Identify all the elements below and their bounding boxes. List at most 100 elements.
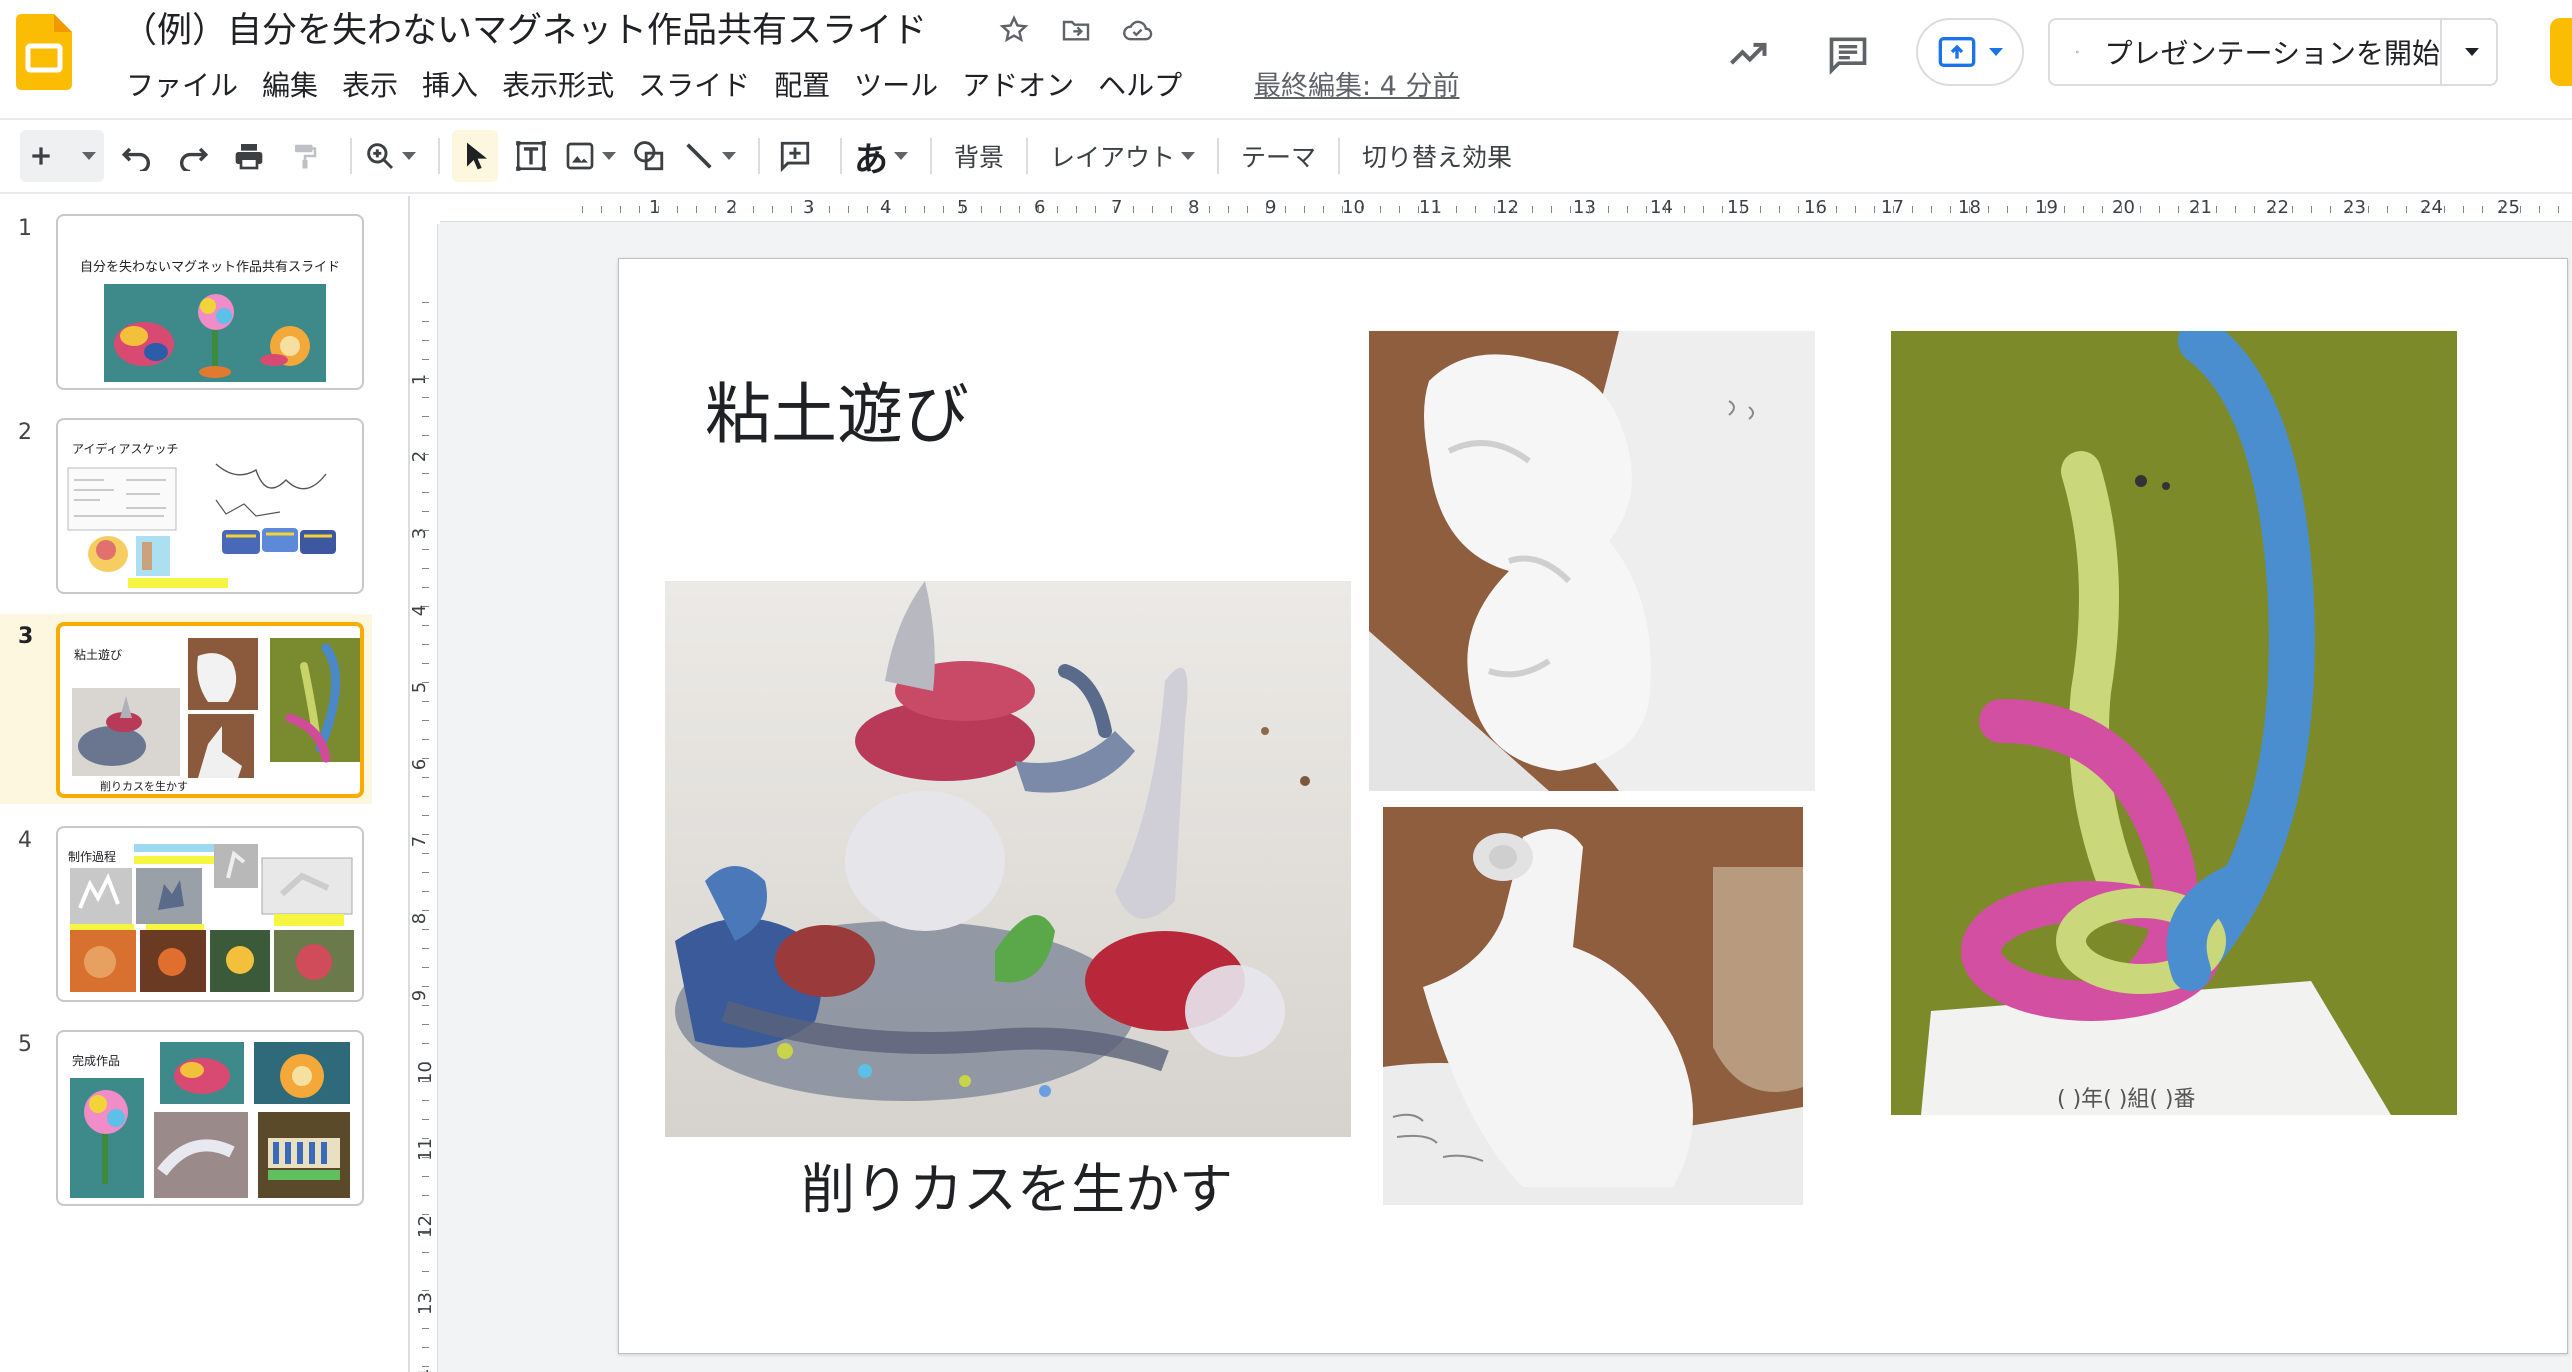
ruler-tick <box>753 206 754 213</box>
ruler-tick <box>943 206 944 213</box>
ruler-tick <box>422 321 429 322</box>
ruler-tick <box>422 492 429 493</box>
ruler-tick <box>1646 206 1647 213</box>
star-icon[interactable] <box>996 12 1032 48</box>
activity-trend-icon[interactable] <box>1724 30 1772 78</box>
redo-button[interactable] <box>170 130 216 182</box>
last-edit-link[interactable]: 最終編集: 4 分前 <box>1254 64 1459 103</box>
ruler-number: 22 <box>2266 197 2289 218</box>
theme-button[interactable]: テーマ <box>1231 138 1326 174</box>
filmstrip-slide-1[interactable]: 1 自分を失わないマグネット作品共有スライド <box>0 206 372 396</box>
menu-help[interactable]: ヘルプ <box>1086 66 1194 106</box>
filmstrip-slide-2[interactable]: 2 アイディアスケッチ <box>0 410 372 600</box>
document-title[interactable]: （例）自分を失わないマグネット作品共有スライド <box>122 2 927 53</box>
ruler-tick <box>422 1214 429 1215</box>
filmstrip-slide-4[interactable]: 4 制作過程 <box>0 818 372 1008</box>
side-panel-tab[interactable] <box>2550 18 2572 86</box>
move-to-folder-icon[interactable] <box>1058 12 1094 48</box>
ruler-number: 20 <box>2112 197 2135 218</box>
ruler-number: 6 <box>1034 197 1046 218</box>
slide-number: 1 <box>18 216 32 241</box>
ruler-tick <box>422 416 429 417</box>
clay-shavings-sculpture-photo[interactable] <box>665 581 1351 1137</box>
menu-file[interactable]: ファイル <box>114 66 250 106</box>
horizontal-ruler[interactable]: 1234567891011121314151617181920212223242… <box>440 196 2572 222</box>
present-options-dropdown[interactable] <box>2440 20 2496 84</box>
slide-thumbnail[interactable]: 自分を失わないマグネット作品共有スライド <box>56 214 364 390</box>
slides-logo-icon[interactable] <box>16 14 72 90</box>
menu-arrange[interactable]: 配置 <box>762 66 842 106</box>
ruler-tick <box>2387 206 2388 213</box>
select-tool-button[interactable] <box>452 130 498 182</box>
slide-thumbnail[interactable]: 制作過程 <box>56 826 364 1002</box>
ruler-tick <box>422 1309 429 1310</box>
input-tools-button[interactable]: あ <box>854 130 908 182</box>
line-button[interactable] <box>682 130 736 182</box>
present-to-meeting-button[interactable] <box>1916 18 2024 86</box>
menu-view[interactable]: 表示 <box>330 66 410 106</box>
ruler-number: 11 <box>1419 197 1442 218</box>
ruler-number: 12 <box>1496 197 1519 218</box>
white-clay-photo[interactable] <box>1369 331 1815 791</box>
ruler-tick <box>422 587 429 588</box>
zoom-button[interactable] <box>364 130 416 182</box>
ruler-tick <box>2558 206 2559 213</box>
ruler-tick <box>1912 206 1913 213</box>
comments-icon[interactable] <box>1824 30 1872 78</box>
menu-tools[interactable]: ツール <box>842 66 950 106</box>
text-box-button[interactable] <box>508 130 554 182</box>
layout-button[interactable]: レイアウト <box>1040 130 1196 182</box>
shape-button[interactable] <box>626 130 672 182</box>
vertical-ruler[interactable]: 1234567891011121314 <box>412 224 438 1372</box>
slide-thumbnail[interactable]: アイディアスケッチ <box>56 418 364 594</box>
ruler-tick <box>422 1366 429 1367</box>
undo-button[interactable] <box>114 130 160 182</box>
new-slide-button[interactable] <box>20 130 104 182</box>
ruler-number: 13 <box>414 1292 436 1315</box>
ruler-tick <box>422 1347 429 1348</box>
slide-thumbnail-selected[interactable]: 粘土遊び 削りカスを生かす <box>56 622 364 798</box>
menu-addons[interactable]: アドオン <box>950 66 1086 106</box>
chevron-down-icon <box>82 152 96 160</box>
colorful-clay-work-photo[interactable]: ( )年( )組( )番 <box>1891 331 2457 1115</box>
paint-format-button[interactable] <box>282 130 328 182</box>
menu-format[interactable]: 表示形式 <box>490 66 626 106</box>
transition-button[interactable]: 切り替え効果 <box>1352 138 1522 174</box>
filmstrip-slide-5[interactable]: 5 完成作品 <box>0 1022 372 1212</box>
ruler-tick <box>422 701 429 702</box>
toolbar-divider <box>438 138 440 174</box>
menu-edit[interactable]: 編集 <box>250 66 330 106</box>
rolled-clay-photo[interactable] <box>1383 807 1803 1205</box>
background-button[interactable]: 背景 <box>944 138 1014 174</box>
ruler-tick <box>677 206 678 213</box>
ruler-number: 14 <box>1650 197 1673 218</box>
ruler-tick <box>1133 206 1134 213</box>
insert-image-button[interactable] <box>564 130 616 182</box>
add-comment-icon <box>780 141 810 173</box>
slide-canvas[interactable]: 粘土遊び ()年()組()番 削りカスを生かす <box>618 258 2568 1354</box>
slide-thumbnail[interactable]: 完成作品 <box>56 1030 364 1206</box>
slide-caption[interactable]: 削りカスを生かす <box>801 1145 1233 1224</box>
menu-insert[interactable]: 挿入 <box>410 66 490 106</box>
add-comment-button[interactable] <box>772 130 818 182</box>
print-button[interactable] <box>226 130 272 182</box>
undo-icon <box>121 147 150 171</box>
ruler-tick <box>1114 206 1115 213</box>
start-presentation-button[interactable]: プレゼンテーションを開始 <box>2050 20 2440 84</box>
ruler-tick <box>1931 206 1932 213</box>
ruler-tick <box>422 1138 429 1139</box>
ruler-tick <box>422 967 429 968</box>
toolbar-divider <box>930 138 932 174</box>
cloud-saved-icon[interactable] <box>1120 12 1156 48</box>
ruler-tick <box>810 206 811 213</box>
ruler-tick <box>422 1043 429 1044</box>
ruler-tick <box>1038 206 1039 213</box>
ruler-tick <box>422 549 429 550</box>
ruler-tick <box>422 473 429 474</box>
ruler-tick <box>1874 206 1875 213</box>
filmstrip-slide-3[interactable]: 3 粘土遊び 削りカスを生かす <box>0 614 372 804</box>
ruler-tick <box>422 929 429 930</box>
slide-title[interactable]: 粘土遊び <box>705 361 969 457</box>
menu-slide[interactable]: スライド <box>626 66 762 106</box>
ruler-tick <box>422 378 429 379</box>
